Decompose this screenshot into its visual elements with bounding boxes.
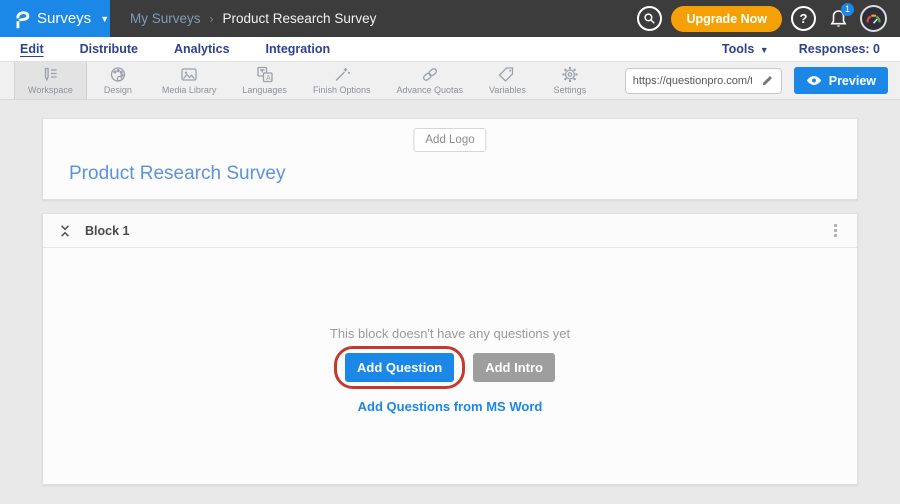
toolbar-right: Preview — [625, 62, 900, 99]
responses-count[interactable]: Responses: 0 — [799, 42, 880, 56]
questionpro-logo-icon — [13, 9, 30, 29]
block-header: Block 1 — [43, 214, 857, 248]
workspace-icon — [41, 66, 59, 83]
toolbar-label: Media Library — [162, 85, 217, 95]
toolbar-item-variables[interactable]: Variables — [476, 62, 539, 99]
add-questions-from-ms-word-link[interactable]: Add Questions from MS Word — [358, 399, 543, 414]
survey-url-input[interactable] — [626, 75, 754, 87]
collapse-block-button[interactable] — [59, 224, 71, 238]
header-actions: Upgrade Now ? 1 — [637, 0, 900, 37]
design-icon — [109, 66, 127, 83]
search-icon — [643, 12, 656, 25]
question-mark-icon: ? — [800, 11, 808, 26]
toolbar-item-media-library[interactable]: Media Library — [149, 62, 230, 99]
workspace-toolbar: Workspace Design Media Library — [0, 62, 900, 100]
empty-block-message: This block doesn't have any questions ye… — [330, 326, 570, 341]
preview-label: Preview — [829, 74, 876, 88]
help-button[interactable]: ? — [791, 6, 816, 31]
tab-edit[interactable]: Edit — [20, 42, 44, 56]
surveys-product-switcher[interactable]: Surveys ▼ — [0, 0, 110, 37]
toolbar-item-settings[interactable]: Settings — [539, 62, 601, 99]
gauge-avatar-icon — [865, 12, 882, 26]
toolbar-label: Workspace — [28, 85, 73, 95]
toolbar-item-workspace[interactable]: Workspace — [14, 62, 87, 99]
add-question-button[interactable]: Add Question — [345, 353, 454, 382]
collapse-icon — [59, 224, 71, 238]
tab-analytics[interactable]: Analytics — [174, 42, 230, 56]
toolbar-item-design[interactable]: Design — [87, 62, 149, 99]
toolbar-item-advance-quotas[interactable]: Advance Quotas — [383, 62, 476, 99]
block-menu-button[interactable] — [830, 220, 841, 241]
notification-badge: 1 — [841, 3, 854, 16]
settings-icon — [561, 66, 579, 83]
kebab-icon — [834, 224, 837, 227]
block-card: Block 1 This block doesn't have any ques… — [42, 213, 858, 485]
tools-label: Tools — [722, 42, 754, 56]
editor-canvas: Add Logo Product Research Survey Block 1… — [0, 100, 900, 485]
survey-nav: Edit Distribute Analytics Integration To… — [0, 37, 900, 62]
advance-quotas-icon — [421, 66, 439, 83]
toolbar-label: Variables — [489, 85, 526, 95]
finish-options-icon — [333, 66, 351, 83]
toolbar-label: Settings — [554, 85, 587, 95]
upgrade-now-button[interactable]: Upgrade Now — [671, 6, 782, 32]
block-body: This block doesn't have any questions ye… — [43, 248, 857, 484]
tools-menu[interactable]: Tools ▼ — [722, 42, 769, 56]
media-library-icon — [180, 66, 198, 83]
breadcrumb: My Surveys › Product Research Survey — [110, 0, 376, 37]
block-action-buttons: Add Question Add Intro — [345, 353, 555, 382]
toolbar-label: Finish Options — [313, 85, 371, 95]
survey-title[interactable]: Product Research Survey — [69, 163, 286, 185]
preview-button[interactable]: Preview — [794, 67, 888, 94]
toolbar-label: Languages — [242, 85, 287, 95]
survey-nav-right: Tools ▼ Responses: 0 — [722, 42, 880, 56]
add-logo-button[interactable]: Add Logo — [413, 128, 486, 152]
chevron-down-icon: ▼ — [100, 14, 109, 24]
block-title: Block 1 — [85, 224, 129, 238]
eye-icon — [806, 75, 822, 86]
survey-nav-tabs: Edit Distribute Analytics Integration — [20, 42, 330, 56]
survey-url-field — [625, 68, 782, 94]
tab-integration[interactable]: Integration — [266, 42, 331, 56]
toolbar-item-languages[interactable]: A Languages — [229, 62, 300, 99]
avatar[interactable] — [860, 5, 887, 32]
notifications-button[interactable]: 1 — [825, 6, 851, 32]
toolbar-label: Advance Quotas — [396, 85, 463, 95]
brand-label: Surveys — [37, 10, 91, 27]
chevron-down-icon: ▼ — [760, 45, 769, 55]
toolbar-label: Design — [104, 85, 132, 95]
breadcrumb-my-surveys[interactable]: My Surveys — [130, 11, 201, 26]
breadcrumb-current-survey: Product Research Survey — [223, 11, 377, 26]
toolbar-item-finish-options[interactable]: Finish Options — [300, 62, 384, 99]
svg-text:A: A — [266, 75, 271, 82]
variables-icon — [498, 66, 516, 83]
add-intro-button[interactable]: Add Intro — [473, 353, 555, 382]
search-button[interactable] — [637, 6, 662, 31]
tab-distribute[interactable]: Distribute — [80, 42, 138, 56]
red-highlight-annotation: Add Question — [334, 346, 465, 389]
pencil-icon — [761, 74, 774, 87]
survey-header-card: Add Logo Product Research Survey — [42, 118, 858, 200]
languages-icon: A — [256, 66, 274, 83]
top-header: Surveys ▼ My Surveys › Product Research … — [0, 0, 900, 37]
edit-url-button[interactable] — [754, 74, 781, 87]
breadcrumb-separator-icon: › — [210, 12, 214, 26]
